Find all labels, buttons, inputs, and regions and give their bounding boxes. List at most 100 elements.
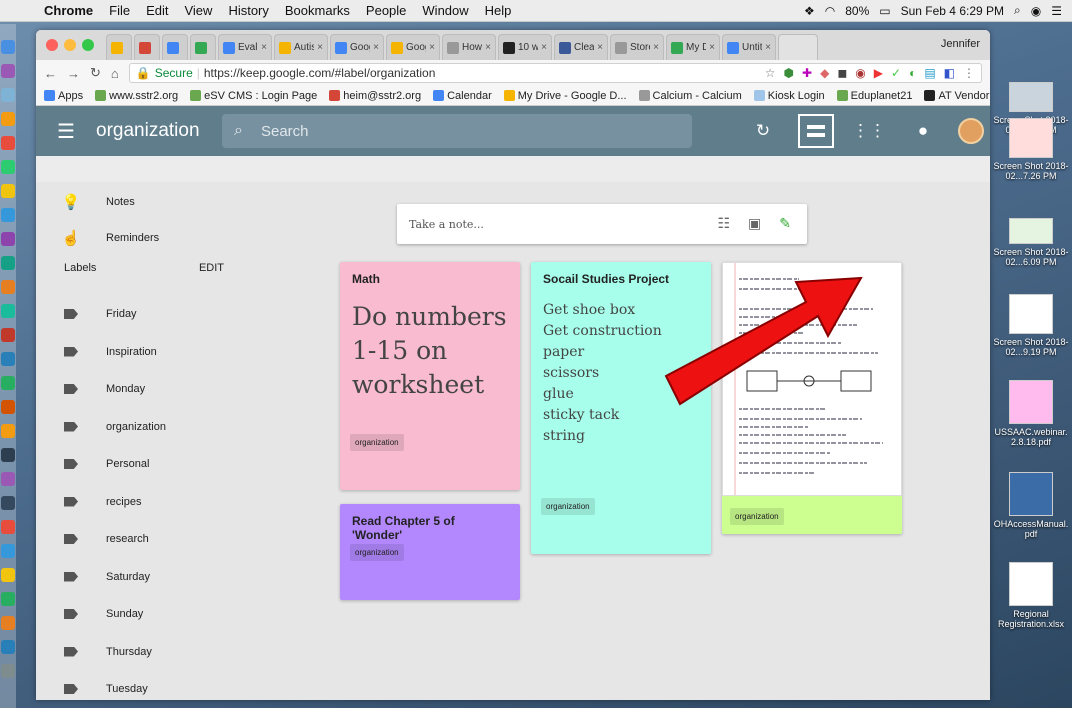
tab-close-icon[interactable]: × xyxy=(597,42,603,53)
bookmark-item[interactable]: Kiosk Login xyxy=(753,90,825,102)
bookmark-item[interactable]: AT Vendor Fair | Home xyxy=(924,90,990,102)
extension-icon[interactable]: ◧ xyxy=(944,66,955,80)
desktop-file[interactable]: Regional Registration.xlsx xyxy=(990,562,1072,629)
sidebar-label-monday[interactable]: Monday xyxy=(36,371,264,407)
tab-close-icon[interactable]: × xyxy=(317,42,323,53)
extension-icon[interactable]: ◼ xyxy=(837,66,847,80)
browser-tab[interactable]: Googl× xyxy=(330,34,384,60)
dock-app-icon[interactable] xyxy=(1,112,15,126)
sidebar-label-sunday[interactable]: Sunday xyxy=(36,596,264,632)
note-social-studies[interactable]: Socail Studies Project Get shoe box Get c… xyxy=(531,262,711,554)
dock-app-icon[interactable] xyxy=(1,472,15,486)
app-menu[interactable]: Chrome xyxy=(36,3,101,18)
sidebar-label-organization[interactable]: organization xyxy=(36,409,264,445)
menu-bookmarks[interactable]: Bookmarks xyxy=(277,3,358,18)
extension-icon[interactable]: ⬢ xyxy=(784,66,794,80)
label-chip[interactable]: organization xyxy=(350,544,404,561)
extension-icon[interactable]: ◉ xyxy=(855,66,865,80)
minimize-window-button[interactable] xyxy=(64,39,76,51)
battery-percent[interactable]: 80% xyxy=(845,4,869,18)
bookmark-item[interactable]: heim@sstr2.org xyxy=(329,90,421,102)
dock-app-icon[interactable] xyxy=(1,280,15,294)
new-list-icon[interactable]: ☷ xyxy=(717,216,730,232)
menu-help[interactable]: Help xyxy=(477,3,520,18)
sidebar-label-recipes[interactable]: recipes xyxy=(36,484,264,520)
sidebar-label-research[interactable]: research xyxy=(36,521,264,557)
dock-app-icon[interactable] xyxy=(1,160,15,174)
menu-window[interactable]: Window xyxy=(414,3,476,18)
browser-tab[interactable]: 10 way× xyxy=(498,34,552,60)
dock-app-icon[interactable] xyxy=(1,40,15,54)
main-menu-icon[interactable]: ☰ xyxy=(36,119,96,144)
forward-icon[interactable]: → xyxy=(67,66,80,81)
dock-app-icon[interactable] xyxy=(1,64,15,78)
bookmark-item[interactable]: www.sstr2.org xyxy=(95,90,178,102)
sidebar-label-personal[interactable]: Personal xyxy=(36,446,264,482)
browser-tab[interactable] xyxy=(134,34,160,60)
browser-tab[interactable]: Untitle× xyxy=(722,34,776,60)
browser-tab[interactable]: How to× xyxy=(442,34,496,60)
extension-icon[interactable]: ✓ xyxy=(891,66,901,80)
wifi-icon[interactable]: ◠ xyxy=(825,4,835,18)
tab-close-icon[interactable]: × xyxy=(765,42,771,53)
dock-app-icon[interactable] xyxy=(1,544,15,558)
dock-app-icon[interactable] xyxy=(1,400,15,414)
extension-icon[interactable]: ◐ xyxy=(909,66,916,80)
extension-icon[interactable]: ▶ xyxy=(874,66,883,80)
sidebar-item-reminders[interactable]: ☝ Reminders xyxy=(36,220,264,256)
desktop-file[interactable]: USSAAC.webinar. 2.8.18.pdf xyxy=(990,380,1072,447)
take-note-input[interactable]: Take a note... ☷ ▣ ✎ xyxy=(397,204,807,244)
label-chip[interactable]: organization xyxy=(350,434,404,451)
list-view-toggle[interactable] xyxy=(798,114,834,148)
chrome-menu-icon[interactable]: ⋮ xyxy=(963,66,975,80)
dock-app-icon[interactable] xyxy=(1,616,15,630)
extension-icon[interactable]: ✚ xyxy=(802,66,812,80)
sidebar-item-notes[interactable]: 💡 Notes xyxy=(36,184,264,220)
desktop-file[interactable]: Screen Shot 2018-02...9.19 PM xyxy=(990,294,1072,357)
sidebar-label-saturday[interactable]: Saturday xyxy=(36,559,264,595)
dock-app-icon[interactable] xyxy=(1,184,15,198)
notification-center-icon[interactable]: ☰ xyxy=(1051,4,1062,18)
dock-app-icon[interactable] xyxy=(1,424,15,438)
dock-app-icon[interactable] xyxy=(1,496,15,510)
dock-app-icon[interactable] xyxy=(1,520,15,534)
dock-app-icon[interactable] xyxy=(1,352,15,366)
extension-icon[interactable]: ▤ xyxy=(924,66,935,80)
browser-tab[interactable]: Evalua× xyxy=(218,34,272,60)
tab-close-icon[interactable]: × xyxy=(709,42,715,53)
search-input[interactable]: ⌕ Search xyxy=(222,114,692,148)
bookmark-item[interactable]: My Drive - Google D... xyxy=(503,90,627,102)
new-tab-button[interactable] xyxy=(778,34,818,60)
browser-tab[interactable] xyxy=(190,34,216,60)
browser-tab[interactable]: Cleara× xyxy=(554,34,608,60)
dock-app-icon[interactable] xyxy=(1,568,15,582)
battery-icon[interactable]: ▭ xyxy=(879,4,890,18)
dock-app-icon[interactable] xyxy=(1,664,15,678)
bookmark-item[interactable]: eSV CMS : Login Page xyxy=(190,90,317,102)
menu-history[interactable]: History xyxy=(220,3,276,18)
sidebar-label-thursday[interactable]: Thursday xyxy=(36,634,264,670)
back-icon[interactable]: ← xyxy=(44,66,57,81)
bookmark-item[interactable]: Apps xyxy=(44,90,83,102)
dock-app-icon[interactable] xyxy=(1,208,15,222)
dock-app-icon[interactable] xyxy=(1,232,15,246)
extension-icon[interactable]: ◆ xyxy=(820,66,829,80)
apps-grid-icon[interactable]: ⋮⋮ xyxy=(850,112,888,150)
reload-icon[interactable]: ↻ xyxy=(90,65,101,81)
browser-tab[interactable] xyxy=(106,34,132,60)
tab-close-icon[interactable]: × xyxy=(261,42,267,53)
dock-app-icon[interactable] xyxy=(1,592,15,606)
menu-edit[interactable]: Edit xyxy=(138,3,176,18)
desktop-file[interactable]: Screen Shot 2018-02...7.26 PM xyxy=(990,118,1072,181)
avatar[interactable] xyxy=(958,118,984,144)
new-image-note-icon[interactable]: ▣ xyxy=(748,216,761,232)
tab-close-icon[interactable]: × xyxy=(485,42,491,53)
bookmark-star-icon[interactable]: ☆ xyxy=(765,66,776,80)
refresh-icon[interactable]: ↻ xyxy=(744,112,782,150)
sidebar-label-friday[interactable]: Friday xyxy=(36,296,264,332)
dock-app-icon[interactable] xyxy=(1,136,15,150)
notifications-icon[interactable]: ● xyxy=(904,112,942,150)
desktop-file[interactable]: Screen Shot 2018-02...6.09 PM xyxy=(990,218,1072,267)
sidebar-label-tuesday[interactable]: Tuesday xyxy=(36,671,264,700)
note-image[interactable]: organization xyxy=(722,262,902,534)
